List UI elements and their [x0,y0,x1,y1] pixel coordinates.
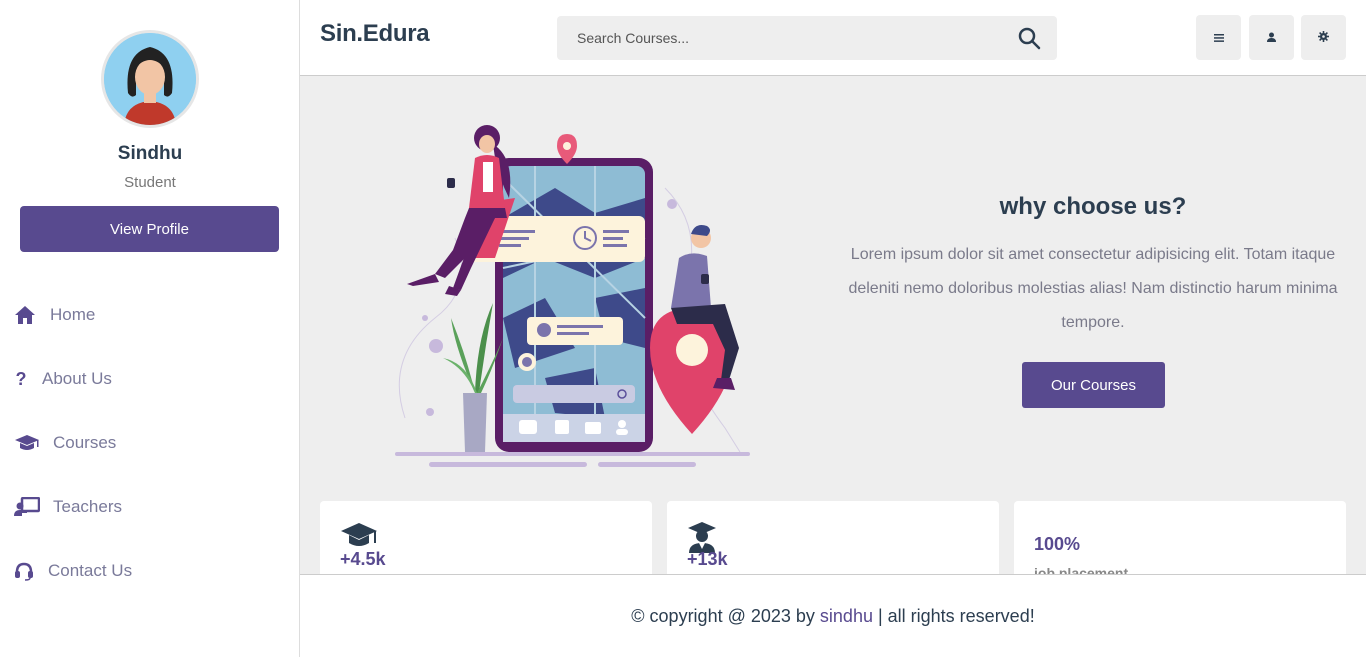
copyright-suffix: | all rights reserved! [872,605,1035,626]
stat-card: +13k [667,501,999,581]
settings-button[interactable] [1301,15,1346,60]
stat-card: 100% job placement [1014,501,1346,581]
sidebar-item-label: Teachers [53,497,122,516]
hero-text: Lorem ipsum dolor sit amet consectetur a… [848,246,1338,331]
teacher-icon [14,496,40,518]
brand-logo[interactable]: Sin.Edura [320,20,430,48]
search-input[interactable] [557,16,997,60]
search-icon[interactable] [1017,26,1041,50]
sidebar-item-home[interactable]: Home [14,300,95,330]
sidebar-item-label: About Us [42,369,112,388]
header: Sin.Edura [300,0,1366,76]
sidebar-item-label: Contact Us [48,561,133,580]
avatar-illustration [104,33,196,125]
footer: © copyright @ 2023 by sindhu | all right… [300,574,1366,657]
our-courses-button[interactable]: Our Courses [1022,362,1165,408]
hero-illustration [395,118,755,474]
graduation-cap-icon [14,432,40,454]
sidebar: Sindhu Student View Profile Home ? About… [0,0,300,657]
avatar [101,30,199,128]
sidebar-item-contact-us[interactable]: Contact Us [14,556,132,586]
hero-title: why choose us? [999,193,1187,220]
copyright-owner-link[interactable]: sindhu [820,606,873,627]
menu-button[interactable] [1196,15,1241,60]
settings-icon [1318,30,1329,45]
sidebar-item-courses[interactable]: Courses [14,428,116,458]
sidebar-item-label: Home [50,305,96,324]
question-icon: ? [15,368,27,389]
profile-role: Student [124,174,176,191]
profile-name: Sindhu [117,143,183,164]
user-button[interactable] [1249,15,1294,60]
sidebar-item-about-us[interactable]: ? About Us [14,364,112,394]
search-box [557,16,1057,60]
stat-card: +4.5k [320,501,652,581]
sidebar-item-label: Courses [53,433,117,452]
headset-icon [14,560,34,582]
copyright-prefix: © copyright @ 2023 by [631,605,820,626]
user-icon [1267,31,1276,45]
home-icon [14,304,36,326]
view-profile-button[interactable]: View Profile [20,206,279,252]
stat-value: +4.5k [340,549,386,569]
menu-icon [1213,31,1224,45]
stat-value: +13k [687,549,728,569]
sidebar-item-teachers[interactable]: Teachers [14,492,122,522]
stat-value: 100% [1034,534,1081,554]
